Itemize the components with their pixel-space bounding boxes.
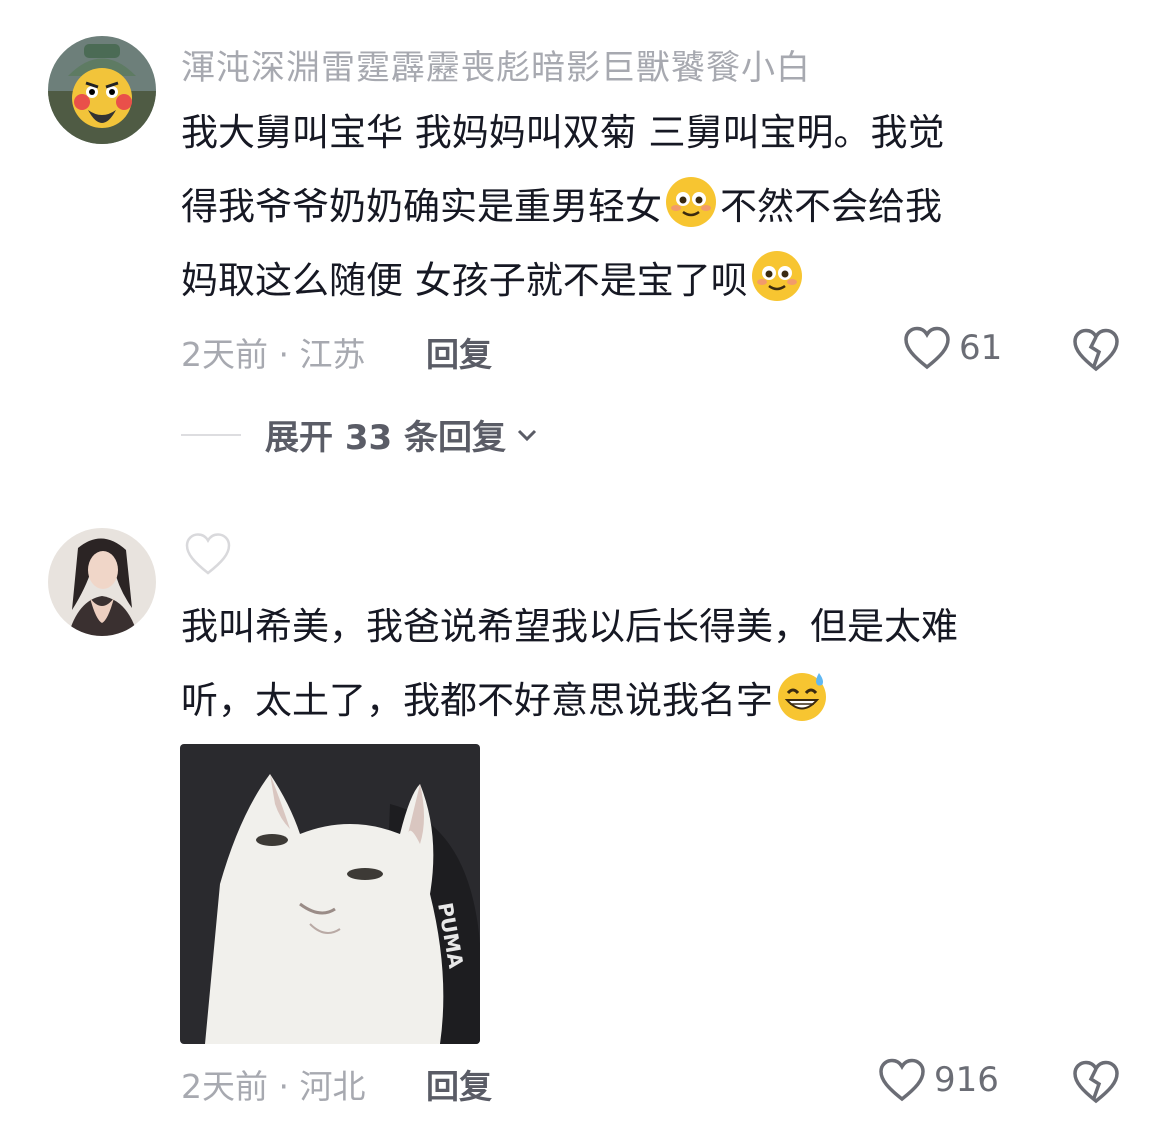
like-count: 916 bbox=[934, 1060, 999, 1100]
heart-outline-icon bbox=[904, 326, 950, 370]
smiling-blush-icon bbox=[666, 177, 716, 227]
comment-line: 得我爷爷奶奶确实是重男轻女 不然不会给我 bbox=[181, 170, 1121, 244]
like-button[interactable]: 916 bbox=[878, 1058, 999, 1102]
separator: · bbox=[278, 335, 290, 374]
comment-text: 我大舅叫宝华 我妈妈叫双菊 三舅叫宝明。我觉 得我爷爷奶奶确实是重男轻女 不然不… bbox=[181, 96, 1121, 318]
comment-line-part: 不然不会给我 bbox=[720, 185, 942, 228]
comment-meta: 2天前 · 河北 回复 bbox=[181, 1060, 492, 1108]
divider bbox=[181, 433, 241, 436]
comment-line: 听，太土了，我都不好意思说我名字 bbox=[181, 664, 1121, 738]
location: 河北 bbox=[299, 1067, 366, 1106]
username[interactable]: 渾沌深淵雷霆霹靂喪彪暗影巨獸饕餮小白 bbox=[181, 40, 811, 89]
timestamp: 2天前 bbox=[181, 335, 268, 374]
smiling-blush-icon bbox=[751, 251, 802, 301]
comment-line-part: 听，太土了，我都不好意思说我名字 bbox=[181, 679, 773, 722]
comment-meta: 2天前 · 江苏 回复 bbox=[181, 328, 492, 376]
comment-line-part: 得我爷爷奶奶确实是重男轻女 bbox=[181, 185, 662, 228]
attached-image[interactable]: PUMA bbox=[180, 744, 480, 1044]
expand-replies-label: 展开 33 条回复 bbox=[265, 418, 506, 458]
reply-button[interactable]: 回复 bbox=[426, 1067, 492, 1106]
broken-heart-icon[interactable] bbox=[1072, 1060, 1120, 1104]
comment-line: 妈取这么随便 女孩子就不是宝了呗 bbox=[181, 244, 1121, 318]
timestamp: 2天前 bbox=[181, 1067, 268, 1106]
avatar[interactable] bbox=[48, 36, 156, 144]
white-heart-icon bbox=[185, 533, 231, 575]
location: 江苏 bbox=[299, 335, 366, 374]
avatar[interactable] bbox=[48, 528, 156, 636]
grinning-sweat-icon bbox=[778, 673, 826, 721]
like-button[interactable]: 61 bbox=[903, 326, 1002, 370]
comment-line-part: 妈取这么随便 女孩子就不是宝了呗 bbox=[181, 259, 748, 302]
comment-line: 我大舅叫宝华 我妈妈叫双菊 三舅叫宝明。我觉 bbox=[181, 111, 945, 154]
separator: · bbox=[278, 1067, 290, 1106]
like-count: 61 bbox=[959, 328, 1003, 368]
broken-heart-icon[interactable] bbox=[1072, 328, 1120, 372]
chevron-down-icon bbox=[517, 429, 537, 441]
heart-outline-icon bbox=[879, 1058, 925, 1102]
reply-button[interactable]: 回复 bbox=[426, 335, 492, 374]
comment-line: 我叫希美，我爸说希望我以后长得美，但是太难 bbox=[181, 605, 958, 648]
expand-replies-button[interactable]: 展开 33 条回复 bbox=[181, 410, 538, 459]
comment-text: 我叫希美，我爸说希望我以后长得美，但是太难 听，太土了，我都不好意思说我名字 bbox=[181, 590, 1121, 738]
